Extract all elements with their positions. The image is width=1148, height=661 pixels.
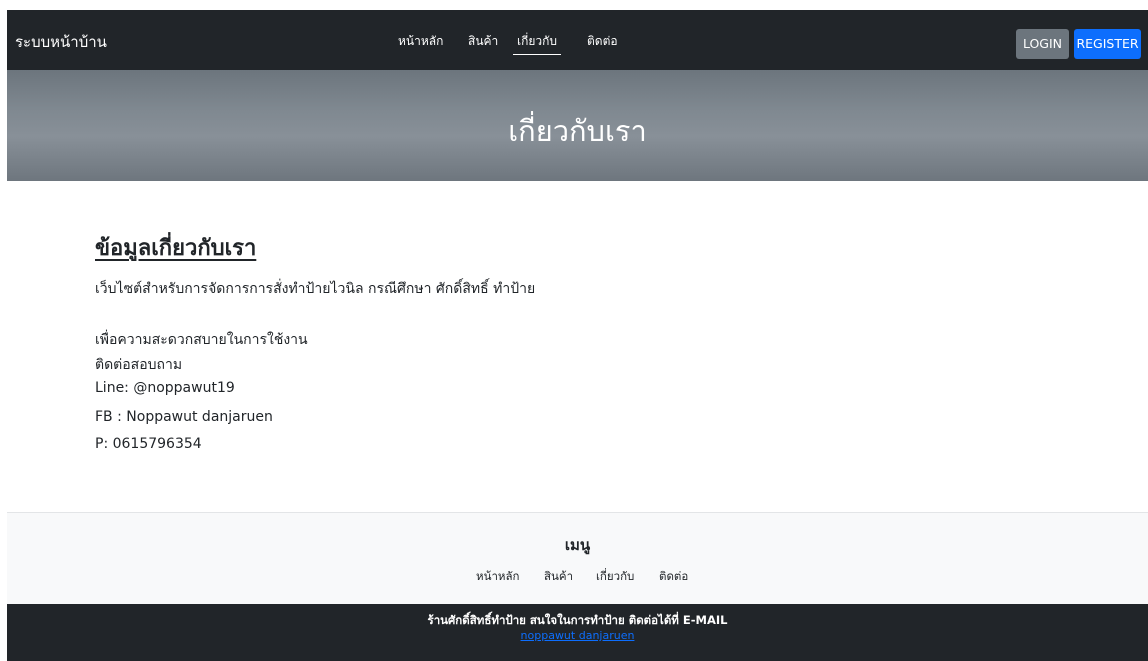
about-line-line-id: Line: @noppawut19 bbox=[95, 380, 235, 396]
nav-link-contact[interactable]: ติดต่อ bbox=[587, 32, 618, 51]
footer-link-products[interactable]: สินค้า bbox=[544, 568, 573, 586]
about-line-facebook: FB : Noppawut danjaruen bbox=[95, 409, 273, 425]
footer-email-row: noppawut danjaruen bbox=[7, 629, 1148, 642]
footer-link-home[interactable]: หน้าหลัก bbox=[476, 568, 520, 586]
page-title: เกี่ยวกับเรา bbox=[508, 114, 647, 148]
about-heading: ข้อมูลเกี่ยวกับเรา bbox=[95, 236, 257, 261]
footer-menu-title: เมนู bbox=[564, 536, 591, 554]
brand-title[interactable]: ระบบหน้าบ้าน bbox=[15, 30, 107, 54]
nav-link-about[interactable]: เกี่ยวกับ bbox=[512, 32, 562, 55]
footer-email-link[interactable]: noppawut danjaruen bbox=[521, 629, 635, 642]
footer-shop-text: ร้านศักดิ์สิทธิ์ทำป้าย สนใจในการทำป้าย ต… bbox=[427, 613, 728, 627]
about-line-phone: P: 0615796354 bbox=[95, 436, 202, 452]
footer-link-contact[interactable]: ติดต่อ bbox=[659, 568, 688, 586]
page-frame: ระบบหน้าบ้าน หน้าหลัก สินค้า เกี่ยวกับ ต… bbox=[0, 0, 1148, 661]
about-line-convenience: เพื่อความสะดวกสบายในการใช้งาน bbox=[95, 332, 308, 348]
about-description: เว็บไซต์สำหรับการจัดการการสั่งทำป้ายไวนิ… bbox=[95, 281, 536, 297]
register-button[interactable]: REGISTER bbox=[1074, 29, 1141, 59]
footer-link-about[interactable]: เกี่ยวกับ bbox=[596, 568, 634, 586]
about-line-contact-label: ติดต่อสอบถาม bbox=[95, 357, 183, 373]
nav-link-products[interactable]: สินค้า bbox=[468, 32, 498, 51]
footer-bottom-bar: ร้านศักดิ์สิทธิ์ทำป้าย สนใจในการทำป้าย ต… bbox=[7, 604, 1148, 661]
top-navbar: ระบบหน้าบ้าน หน้าหลัก สินค้า เกี่ยวกับ ต… bbox=[7, 10, 1148, 70]
nav-link-home[interactable]: หน้าหลัก bbox=[398, 32, 443, 51]
footer-menu: เมนู หน้าหลัก สินค้า เกี่ยวกับ ติดต่อ bbox=[7, 512, 1148, 605]
login-button[interactable]: LOGIN bbox=[1016, 29, 1069, 59]
hero-banner: เกี่ยวกับเรา bbox=[7, 70, 1148, 181]
